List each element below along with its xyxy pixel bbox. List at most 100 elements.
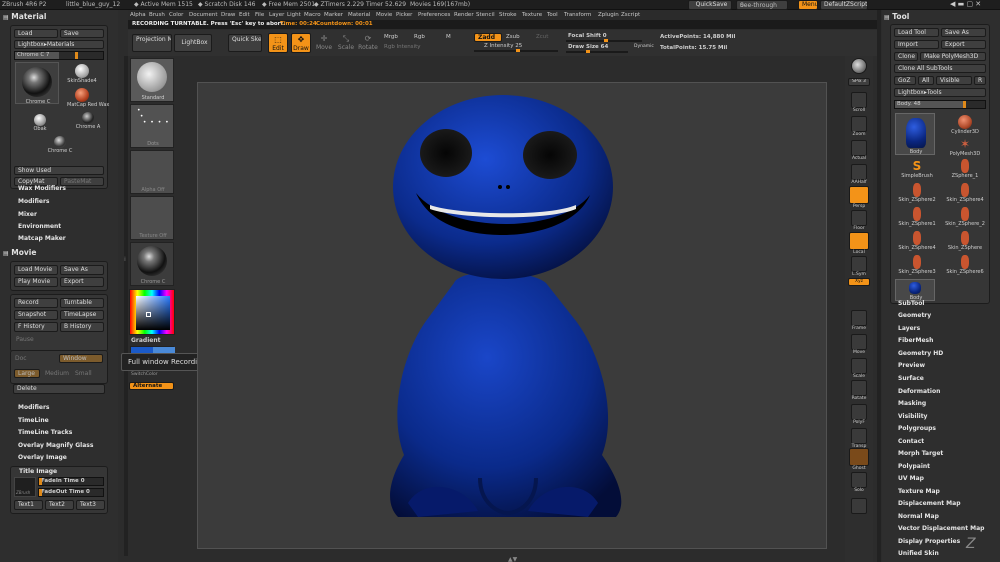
lightbox-tools-button[interactable]: Lightbox▸Tools [894, 88, 986, 97]
tool-item[interactable]: S SimpleBrush [895, 159, 939, 179]
tool-save-as-button[interactable]: Save As [941, 28, 986, 37]
focal-shift-slider[interactable]: Focal Shift 0 [566, 32, 642, 42]
uv-map-section[interactable]: UV Map [898, 475, 924, 482]
zoom-button[interactable]: Zoom [848, 116, 870, 137]
bottom-tray-toggle-icon[interactable]: ▲▼ [508, 556, 517, 562]
zsub-toggle[interactable]: Zsub [506, 34, 520, 40]
move-button[interactable]: ✛ Move [314, 33, 334, 53]
spix-slider[interactable]: SPix 3 [848, 78, 870, 86]
color-square[interactable] [136, 296, 170, 330]
menu-marker[interactable]: Marker [324, 12, 343, 18]
goz-visible-button[interactable]: Visible [936, 76, 972, 85]
tool-item[interactable]: Skin_ZSphere [943, 231, 987, 251]
persp-button[interactable]: Persp [848, 186, 870, 209]
right-tray-divider[interactable] [877, 10, 881, 562]
pastemat-button[interactable]: PasteMat [60, 177, 104, 186]
menu-render[interactable]: Render [454, 12, 474, 18]
menu-zplugin[interactable]: Zplugin [598, 12, 619, 18]
masking-section[interactable]: Masking [898, 400, 926, 407]
bpr-render-icon[interactable] [851, 58, 867, 74]
rotate-button[interactable]: ⟳ Rotate [358, 33, 378, 53]
matcap-maker-section[interactable]: Matcap Maker [18, 235, 66, 242]
menu-material[interactable]: Material [348, 12, 370, 18]
text2-button[interactable]: Text2 [45, 500, 74, 510]
material-shelf-thumbnail[interactable]: Chrome C [130, 242, 174, 286]
scale-view-button[interactable]: Scale [848, 358, 870, 379]
polypaint-section[interactable]: Polypaint [898, 463, 930, 470]
projection-master-button[interactable]: Projection Master [132, 34, 172, 52]
medium-toggle[interactable]: Medium [45, 370, 69, 377]
current-material-swatch[interactable]: Chrome C [15, 62, 59, 105]
polygroups-section[interactable]: Polygroups [898, 425, 936, 432]
floor-button[interactable]: Floor [848, 210, 870, 231]
unified-skin-section[interactable]: Unified Skin [898, 550, 939, 557]
document-canvas[interactable] [197, 82, 827, 549]
large-toggle[interactable]: Large [14, 369, 40, 378]
stroke-thumbnail[interactable]: • • • • • • Dots [130, 104, 174, 148]
brush-thumbnail[interactable]: Standard [130, 58, 174, 102]
menu-macro[interactable]: Macro [304, 12, 321, 18]
menu-light[interactable]: Light [287, 12, 301, 18]
pause-button[interactable]: Pause [16, 336, 34, 343]
show-used-button[interactable]: Show Used [14, 166, 104, 175]
play-movie-button[interactable]: Play Movie [14, 277, 58, 287]
wax-modifiers-section[interactable]: Wax Modifiers [18, 185, 66, 192]
menu-preferences[interactable]: Preferences [418, 12, 450, 18]
title-image-thumbnail[interactable]: ZBrush [14, 477, 36, 497]
solo-button[interactable]: Solo [848, 472, 870, 493]
draw-button[interactable]: ✥ Draw [291, 33, 311, 53]
contact-section[interactable]: Contact [898, 438, 924, 445]
menu-layer[interactable]: Layer [269, 12, 284, 18]
timelapse-button[interactable]: TimeLapse [60, 310, 104, 320]
geometry-section[interactable]: Geometry [898, 312, 931, 319]
fibermesh-section[interactable]: FiberMesh [898, 337, 933, 344]
default-zscript-button[interactable]: DefaultZScript [820, 0, 868, 10]
scale-button[interactable]: ⤡ Scale [336, 33, 356, 53]
menu-texture[interactable]: Texture [522, 12, 542, 18]
lightbox-materials-button[interactable]: Lightbox▸Materials [14, 40, 104, 49]
material-slider[interactable]: Chrome C 7 [14, 51, 104, 60]
small-toggle[interactable]: Small [75, 370, 92, 377]
draw-size-slider[interactable]: Draw Size 64 [566, 43, 628, 53]
mixer-section[interactable]: Mixer [18, 211, 37, 218]
tool-item[interactable]: Skin_ZSphere1 [895, 207, 939, 227]
movie-save-as-button[interactable]: Save As [60, 265, 104, 275]
material-item[interactable]: Chrome C [45, 136, 75, 154]
menu-movie[interactable]: Movie [376, 12, 392, 18]
fadeout-time-slider[interactable]: FadeOut Time 0 [38, 488, 104, 497]
tool-item[interactable]: ✶ PolyMesh3D [943, 137, 987, 157]
alternate-toggle[interactable]: Alternate [129, 382, 174, 390]
movie-modifiers-section[interactable]: Modifiers [18, 404, 50, 411]
deformation-section[interactable]: Deformation [898, 388, 940, 395]
window-controls[interactable]: ◀ ▬ ▢ ✕ [950, 0, 981, 8]
tool-item[interactable]: Body [895, 279, 935, 301]
quicksave-button[interactable]: QuickSave [688, 0, 732, 10]
move-view-button[interactable]: Move [848, 334, 870, 355]
menu-brush[interactable]: Brush [149, 12, 165, 18]
texture-thumbnail[interactable]: Texture Off [130, 196, 174, 240]
switchcolor-button[interactable]: SwitchColor [131, 372, 158, 377]
menu-alpha[interactable]: Alpha [130, 12, 146, 18]
subtool-section[interactable]: SubTool [898, 300, 924, 307]
layers-section[interactable]: Layers [898, 325, 920, 332]
menus-button[interactable]: Menus [798, 0, 818, 10]
current-tool-thumbnail[interactable]: Body [895, 113, 935, 155]
m-toggle[interactable]: M [446, 34, 451, 40]
normal-map-section[interactable]: Normal Map [898, 513, 939, 520]
tool-item[interactable]: Skin_ZSphere4 [943, 183, 987, 203]
tool-item[interactable]: Cylinder3D [943, 115, 987, 135]
text1-button[interactable]: Text1 [14, 500, 43, 510]
tool-item[interactable]: Skin_ZSphere6 [943, 255, 987, 275]
display-properties-section[interactable]: Display Properties [898, 538, 960, 545]
material-item[interactable]: Obak [29, 114, 51, 132]
rgb-intensity-slider[interactable]: Rgb Intensity [384, 44, 421, 50]
material-item[interactable]: MatCap Red Wax [67, 88, 109, 108]
record-button[interactable]: Record [14, 298, 58, 308]
quick-sketch-button[interactable]: Quick Sketch [228, 34, 262, 52]
edit-button[interactable]: ⬚ Edit [268, 33, 288, 53]
turntable-button[interactable]: Turntable [60, 298, 104, 308]
dynamic-toggle[interactable]: Dynamic [634, 44, 654, 49]
material-item[interactable]: SkinShade4 [67, 64, 97, 84]
menu-color[interactable]: Color [169, 12, 183, 18]
material-load-button[interactable]: Load [14, 29, 58, 38]
